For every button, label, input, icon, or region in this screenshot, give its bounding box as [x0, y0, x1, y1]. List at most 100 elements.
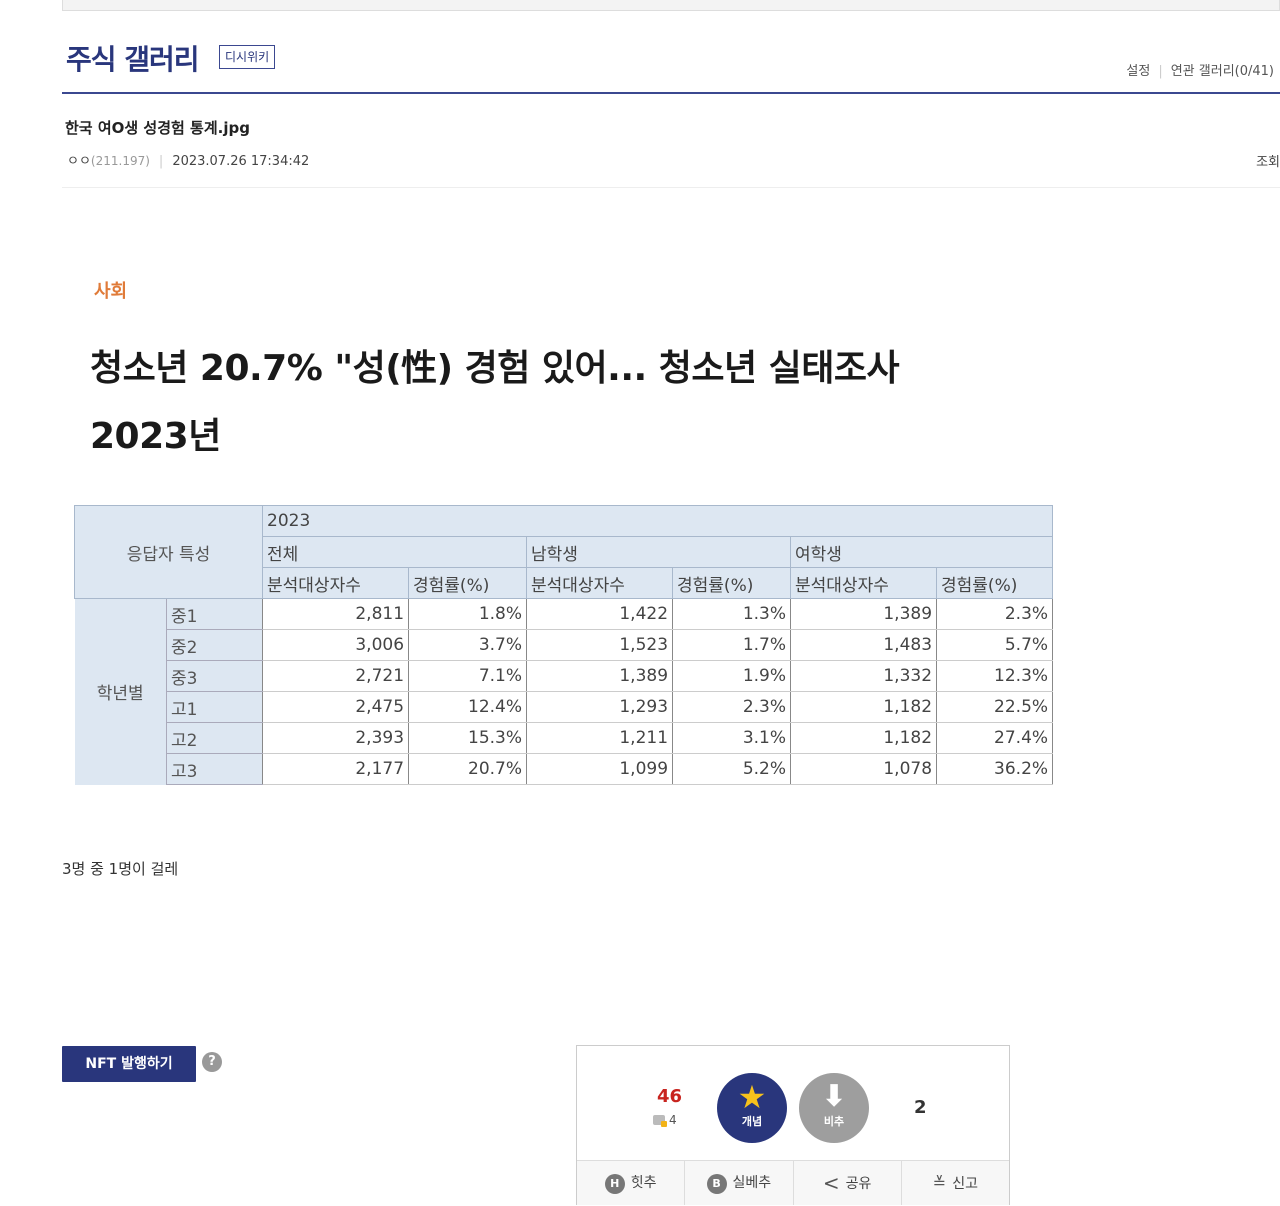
nft-mint-button[interactable]: NFT 발행하기 [62, 1046, 196, 1082]
report-button[interactable]: ≚ 신고 [902, 1161, 1009, 1205]
value-cell: 2.3% [672, 691, 792, 723]
value-cell: 3,006 [262, 629, 410, 661]
value-cell: 1.7% [672, 629, 792, 661]
value-cell: 1.8% [408, 598, 528, 630]
headline-line-2: 2023년 [90, 416, 221, 457]
grade-cell: 고3 [165, 753, 264, 785]
value-cell: 27.4% [936, 722, 1054, 754]
best-recommend-button[interactable]: B 실베추 [685, 1161, 794, 1205]
settings-link[interactable]: 설정 [1126, 64, 1150, 79]
grade-cell: 고2 [165, 722, 264, 754]
table-row: 중2 3,006 3.7% 1,523 1.7% 1,483 5.7% [75, 629, 1054, 661]
table-row: 고3 2,177 20.7% 1,099 5.2% 1,078 36.2% [75, 753, 1054, 785]
star-icon: ★ [737, 1078, 767, 1116]
value-cell: 3.1% [672, 722, 792, 754]
divider: | [1158, 64, 1163, 79]
share-icon: < [822, 1171, 840, 1195]
meta-divider [62, 187, 1280, 188]
hit-recommend-button[interactable]: H 힛추 [577, 1161, 686, 1205]
value-cell: 1,211 [526, 722, 674, 754]
value-cell: 1,182 [790, 722, 938, 754]
value-cell: 20.7% [408, 753, 528, 785]
downvote-button[interactable]: ⬇ 비추 [799, 1073, 869, 1143]
grade-cell: 중3 [165, 660, 264, 692]
subheader: 분석대상자수 [790, 567, 938, 599]
divider: | [158, 154, 164, 169]
subheader: 분석대상자수 [526, 567, 674, 599]
gallery-header: 주식 갤러리 디시위키 설정 | 연관 갤러리(0/41) [62, 36, 1280, 94]
news-headline: 청소년 20.7% "성(性) 경험 있어... 청소년 실태조사 2023년 [90, 335, 1050, 471]
table-row: 고1 2,475 12.4% 1,293 2.3% 1,182 22.5% [75, 691, 1054, 723]
value-cell: 1.3% [672, 598, 792, 630]
value-cell: 1,389 [526, 660, 674, 692]
value-cell: 2,393 [262, 722, 410, 754]
headline-line-1: 청소년 20.7% "성(性) 경험 있어... 청소년 실태조사 [90, 348, 900, 389]
value-cell: 12.3% [936, 660, 1054, 692]
author-name[interactable]: ㅇㅇ [67, 154, 91, 169]
downvote-label: 비추 [823, 1115, 845, 1128]
share-button[interactable]: < 공유 [794, 1161, 902, 1205]
group-header-female: 여학생 [790, 536, 1054, 568]
table-row: 중3 2,721 7.1% 1,389 1.9% 1,332 12.3% [75, 660, 1054, 692]
value-cell: 1,078 [790, 753, 938, 785]
value-cell: 7.1% [408, 660, 528, 692]
value-cell: 22.5% [936, 691, 1054, 723]
views-label: 조회 [1256, 155, 1280, 170]
table-row: 고2 2,393 15.3% 1,211 3.1% 1,182 27.4% [75, 722, 1054, 754]
action-label: 실베추 [732, 1175, 772, 1191]
fixed-user-icon [653, 1115, 667, 1127]
gallery-links: 설정 | 연관 갤러리(0/41) [1126, 60, 1274, 79]
value-cell: 12.4% [408, 691, 528, 723]
year-header: 2023 [262, 505, 1054, 537]
row-group-label: 학년별 [74, 598, 167, 785]
group-header-total: 전체 [262, 536, 528, 568]
subheader: 분석대상자수 [262, 567, 410, 599]
value-cell: 1,483 [790, 629, 938, 661]
value-cell: 5.7% [936, 629, 1054, 661]
post-body-text: 3명 중 1명이 걸레 [62, 860, 179, 878]
value-cell: 2,475 [262, 691, 410, 723]
table-row: 학년별 중1 2,811 1.8% 1,422 1.3% 1,389 2.3% [74, 598, 1054, 785]
value-cell: 5.2% [672, 753, 792, 785]
fixed-upvote-count: 4 [653, 1113, 677, 1127]
action-label: 힛추 [630, 1175, 657, 1191]
upvote-button[interactable]: ★ 개념 [717, 1073, 787, 1143]
value-cell: 2,721 [262, 660, 410, 692]
help-icon[interactable]: ? [202, 1052, 222, 1072]
post-datetime: 2023.07.26 17:34:42 [172, 154, 310, 169]
vote-box: 46 4 ★ 개념 ⬇ 비추 2 H 힛추 B 실베추 < 공유 ≚ 신고 [576, 1045, 1010, 1205]
post-image[interactable]: 사회 청소년 20.7% "성(性) 경험 있어... 청소년 실태조사 202… [70, 255, 1060, 805]
grade-cell: 중1 [165, 598, 264, 630]
value-cell: 1,523 [526, 629, 674, 661]
grade-cell: 고1 [165, 691, 264, 723]
top-bar [62, 0, 1280, 11]
news-category: 사회 [94, 281, 128, 302]
siren-icon: ≚ [932, 1173, 947, 1192]
subheader: 경험률(%) [936, 567, 1054, 599]
value-cell: 3.7% [408, 629, 528, 661]
arrow-down-icon: ⬇ [821, 1079, 847, 1114]
subheader: 경험률(%) [672, 567, 792, 599]
upvote-label: 개념 [741, 1115, 763, 1128]
author-ip: (211.197) [90, 154, 150, 168]
value-cell: 1.9% [672, 660, 792, 692]
fixed-upvote-value: 4 [669, 1113, 677, 1127]
value-cell: 1,389 [790, 598, 938, 630]
post-title: 한국 여O생 성경험 통계.jpg [65, 119, 250, 137]
downvote-count: 2 [914, 1097, 927, 1118]
post-meta: ㅇㅇ(211.197) | 2023.07.26 17:34:42 [67, 150, 309, 169]
gallery-title[interactable]: 주식 갤러리 [66, 38, 200, 78]
related-gallery-link[interactable]: 연관 갤러리(0/41) [1171, 64, 1274, 79]
best-icon: B [706, 1174, 727, 1194]
value-cell: 1,422 [526, 598, 674, 630]
value-cell: 1,332 [790, 660, 938, 692]
action-label: 신고 [952, 1176, 978, 1192]
vote-actions: H 힛추 B 실베추 < 공유 ≚ 신고 [577, 1160, 1009, 1205]
value-cell: 2.3% [936, 598, 1054, 630]
value-cell: 1,293 [526, 691, 674, 723]
action-label: 공유 [845, 1176, 872, 1192]
wiki-button[interactable]: 디시위키 [219, 45, 276, 69]
subheader: 경험률(%) [408, 567, 528, 599]
upvote-count: 46 [657, 1086, 683, 1107]
value-cell: 2,177 [262, 753, 410, 785]
